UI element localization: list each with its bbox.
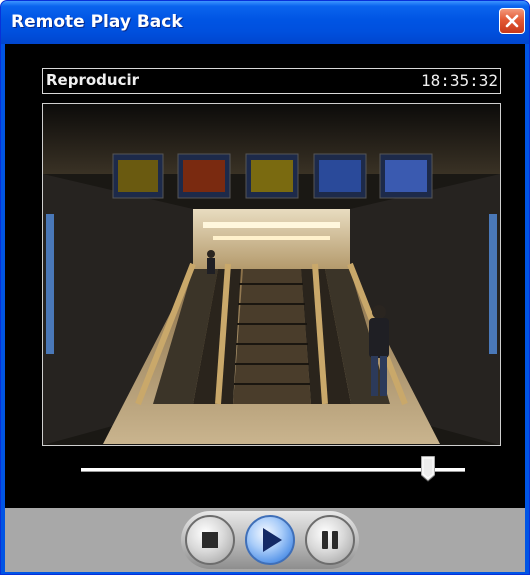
playback-mode-label: Reproducir bbox=[46, 71, 140, 89]
video-display[interactable] bbox=[42, 103, 501, 446]
title-bar[interactable]: Remote Play Back bbox=[1, 1, 529, 44]
play-icon bbox=[263, 528, 282, 552]
play-button[interactable] bbox=[245, 515, 295, 565]
pause-button[interactable] bbox=[305, 515, 355, 565]
playback-position-slider[interactable] bbox=[81, 454, 465, 488]
transport-button-group bbox=[181, 511, 359, 569]
remote-playback-window: Remote Play Back Reproducir 18:35:32 bbox=[0, 0, 530, 575]
close-icon bbox=[505, 14, 519, 28]
departure-boards bbox=[112, 153, 433, 199]
pause-icon bbox=[322, 531, 338, 549]
slider-track bbox=[81, 468, 465, 472]
stop-button[interactable] bbox=[185, 515, 235, 565]
window-title: Remote Play Back bbox=[11, 12, 183, 32]
player-area: Reproducir 18:35:32 bbox=[5, 44, 525, 572]
stop-icon bbox=[202, 532, 218, 548]
playback-time: 18:35:32 bbox=[420, 71, 498, 90]
slider-thumb[interactable] bbox=[420, 455, 436, 482]
close-button[interactable] bbox=[499, 8, 525, 34]
slider-thumb-icon bbox=[420, 455, 436, 482]
status-bar: Reproducir 18:35:32 bbox=[42, 68, 501, 94]
video-frame-image bbox=[43, 104, 500, 445]
playback-controls bbox=[5, 508, 525, 572]
